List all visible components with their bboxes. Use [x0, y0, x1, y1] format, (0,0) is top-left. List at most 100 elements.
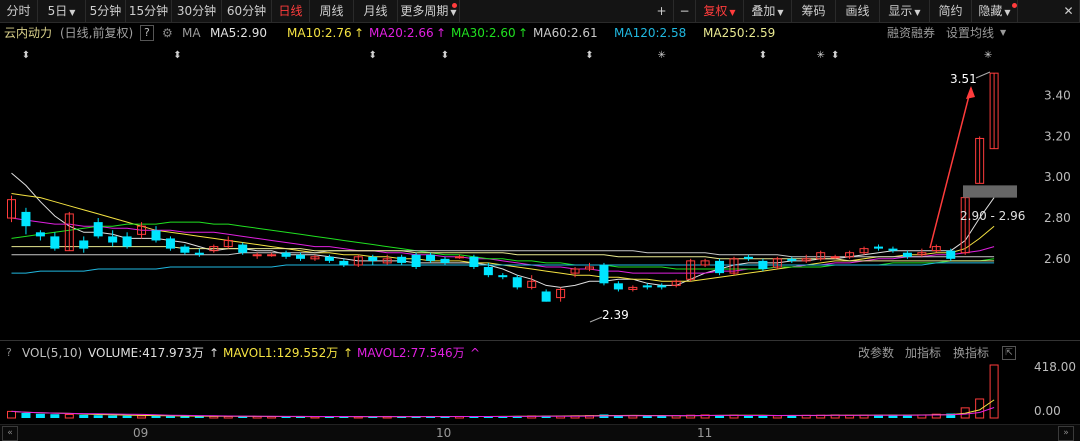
event-marker-icon: ⬍ — [173, 50, 181, 61]
candle-body — [440, 258, 450, 263]
current-price-band — [963, 185, 1017, 198]
candle-body — [599, 264, 609, 284]
up-arrow-icon: ↑ — [343, 346, 354, 360]
candle-body — [411, 254, 421, 267]
maximize-icon[interactable]: ⇱ — [1002, 346, 1016, 360]
high-leader-line — [975, 71, 991, 79]
candle-body — [642, 285, 652, 288]
volume-bar — [151, 415, 161, 418]
scroll-right-icon[interactable]: » — [1058, 426, 1074, 441]
candle-body — [324, 256, 334, 261]
add-indicator-button[interactable]: 加指标 — [905, 344, 941, 362]
current-range-label: 2.90 - 2.96 — [960, 209, 1025, 223]
kline-chart: ⬍ ⬍ ⬍ ⬍ ⬍ ✳ ⬍ ✳ ⬍ ✳ 3.40 3.20 3.00 2.80 2.60 2.90 - 2.9… — [7, 50, 1076, 419]
volume-bar — [642, 415, 652, 418]
ma-line-ma120 — [11, 262, 995, 274]
event-marker-icon: ⬍ — [22, 50, 30, 61]
volume-bar — [165, 416, 175, 418]
candle-body — [180, 246, 190, 253]
event-marker-icon: ✳ — [817, 50, 825, 61]
candle-body — [902, 252, 912, 257]
candle-body — [50, 236, 60, 249]
event-marker-icon: ⬍ — [831, 50, 839, 61]
event-marker-icon: ⬍ — [585, 50, 593, 61]
switch-indicator-button[interactable]: 换指标 — [953, 344, 989, 362]
candle-body — [758, 260, 768, 270]
low-leader-line — [589, 316, 603, 323]
change-params-button[interactable]: 改参数 — [858, 344, 894, 362]
candle-body — [108, 236, 118, 243]
y-tick-label: 3.40 — [1044, 89, 1071, 103]
candle-body — [715, 260, 725, 274]
volume-bar — [137, 415, 147, 419]
candle-body — [93, 222, 103, 237]
mavol2-value: MAVOL2:77.546万 — [357, 346, 465, 360]
candle-body — [122, 236, 132, 247]
candle-body — [281, 252, 291, 257]
candle-body — [296, 254, 305, 259]
volume-bar — [79, 414, 89, 418]
y-tick-label: 2.80 — [1044, 211, 1071, 225]
mavol1-line — [11, 399, 995, 418]
volume-bar — [21, 412, 31, 418]
candle-body — [454, 256, 464, 259]
candle-body — [541, 291, 551, 302]
candle-body — [252, 254, 262, 257]
volume-y-tick-label: 418.00 — [1034, 360, 1076, 374]
y-tick-label: 3.20 — [1044, 129, 1071, 143]
candle-body — [469, 256, 479, 267]
x-axis: « 09 10 11 » — [0, 424, 1080, 441]
volume-bar — [7, 410, 16, 419]
candle-body — [151, 230, 161, 241]
event-marker-icon: ✳ — [658, 50, 666, 61]
panel-divider — [0, 340, 1080, 341]
low-price-label: 2.39 — [602, 308, 629, 322]
arrow-head-icon — [966, 86, 975, 99]
event-marker-icon: ⬍ — [369, 50, 377, 61]
candle-body — [165, 238, 175, 249]
candle-body — [888, 248, 898, 251]
candle-body — [657, 285, 667, 288]
candle-body — [498, 275, 508, 278]
candle-body — [512, 277, 522, 288]
volume-value: VOLUME:417.973万 — [88, 346, 204, 360]
candle-body — [21, 211, 31, 227]
ma-line-ma30 — [11, 221, 995, 270]
volume-bar — [108, 415, 118, 418]
volume-y-tick-label: 0.00 — [1034, 404, 1061, 418]
candle-body — [787, 258, 797, 261]
candle-body — [368, 256, 378, 261]
volume-bar — [122, 415, 132, 418]
help-icon[interactable]: ? — [6, 344, 12, 362]
volume-bar — [989, 364, 999, 419]
candle-body — [238, 244, 248, 253]
candle-body — [874, 246, 883, 249]
event-marker-icon: ⬍ — [759, 50, 767, 61]
candle-body — [267, 254, 277, 257]
up-arrow-icon: ↑ — [209, 346, 220, 360]
candle-body — [35, 232, 45, 237]
y-tick-label: 3.00 — [1044, 170, 1071, 184]
scroll-left-icon[interactable]: « — [2, 426, 18, 441]
high-price-label: 3.51 — [950, 72, 977, 86]
candle-body — [483, 266, 493, 276]
volume-bar — [64, 413, 74, 419]
volume-bar — [35, 413, 45, 418]
mavol2-line — [11, 407, 995, 418]
x-tick-label: 11 — [697, 426, 713, 440]
x-tick-label: 10 — [436, 426, 452, 440]
candle-body — [339, 260, 349, 265]
caret-icon: ^ — [470, 346, 481, 360]
candle-body — [743, 256, 753, 259]
volume-indicator-bar: ? VOL(5,10) VOLUME:417.973万 ↑ MAVOL1:129… — [0, 344, 1080, 362]
volume-bar — [50, 414, 60, 418]
candle-body — [830, 256, 840, 259]
event-marker-icon: ⬍ — [441, 50, 449, 61]
candle-body — [426, 254, 436, 261]
candle-body — [194, 252, 204, 255]
candle-body — [613, 283, 623, 290]
volume-bar — [772, 415, 782, 419]
event-marker-icon: ✳ — [984, 50, 992, 61]
candle-body — [946, 250, 956, 259]
vol-label: VOL(5,10) — [22, 346, 83, 360]
